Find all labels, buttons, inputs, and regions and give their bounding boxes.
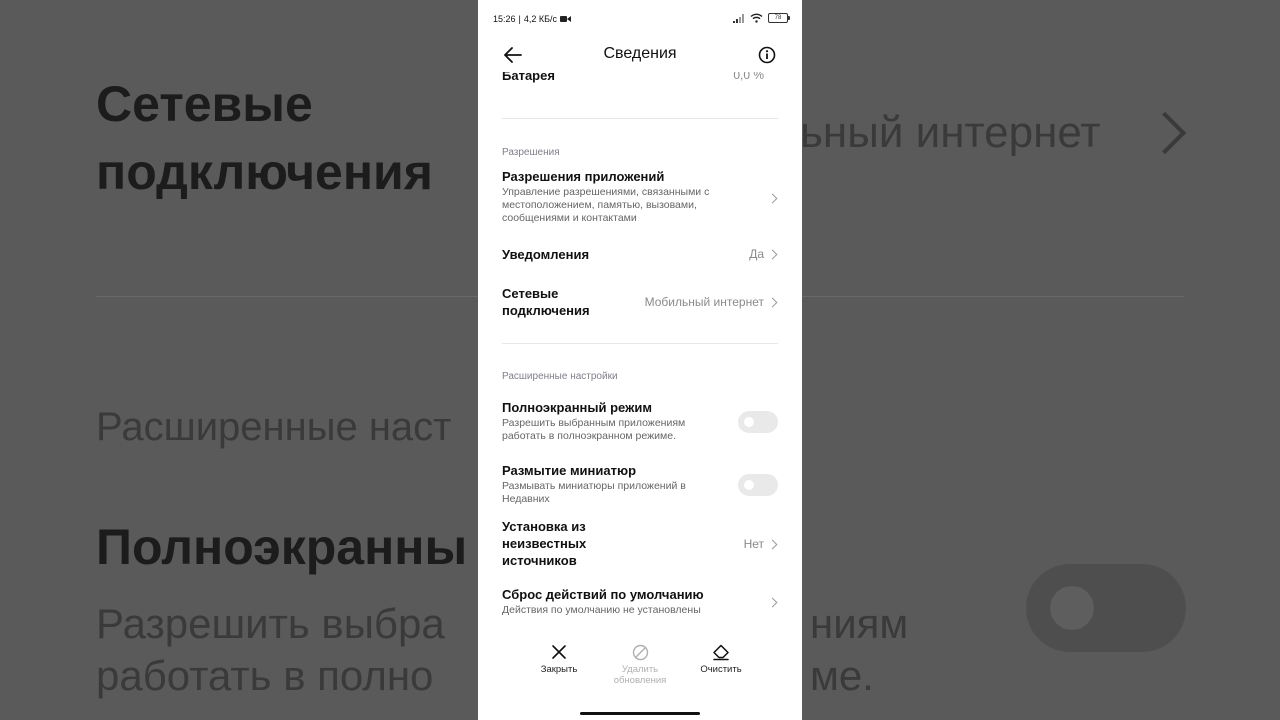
chevron-right-icon bbox=[767, 539, 778, 550]
battery-icon: 78 bbox=[768, 13, 790, 23]
fullscreen-sub: Разрешить выбранным приложениям работать… bbox=[502, 417, 686, 442]
phone-screen: 15:26 | 4,2 КБ/с 78 Сведения Батарея 0,0… bbox=[478, 0, 802, 720]
blur-sub: Размывать миниатюры приложений в Недавни… bbox=[502, 480, 686, 505]
close-icon bbox=[552, 645, 566, 659]
app-permissions-label: Разрешения приложений bbox=[502, 169, 665, 184]
fullscreen-row[interactable]: Полноэкранный режим Разрешить выбранным … bbox=[502, 399, 778, 443]
wifi-icon bbox=[750, 13, 763, 23]
battery-row[interactable]: Батарея 0,0 % bbox=[502, 72, 778, 86]
uninstall-updates-button[interactable]: Удалить обновления bbox=[595, 640, 685, 686]
notifications-value: Да bbox=[749, 247, 764, 261]
fullscreen-label: Полноэкранный режим bbox=[502, 400, 652, 415]
chevron-right-icon bbox=[767, 297, 778, 308]
bg-advanced-section: Расширенные наст bbox=[96, 405, 452, 449]
bg-desc-line1-end: ниям bbox=[810, 600, 909, 647]
blur-toggle[interactable] bbox=[738, 474, 778, 496]
app-permissions-sub: Управление разрешениями, связанными с ме… bbox=[502, 186, 710, 224]
signal-icon bbox=[733, 13, 744, 23]
unknown-sources-value: Нет bbox=[743, 537, 764, 551]
network-row[interactable]: Сетевые подключения Мобильный интернет bbox=[502, 285, 778, 319]
reset-defaults-label: Сброс действий по умолчанию bbox=[502, 587, 704, 602]
blur-row[interactable]: Размытие миниатюр Размывать миниатюры пр… bbox=[502, 462, 778, 506]
blur-label: Размытие миниатюр bbox=[502, 463, 637, 478]
chevron-right-icon bbox=[767, 193, 778, 204]
eraser-icon bbox=[713, 644, 729, 660]
battery-row-label: Батарея bbox=[502, 72, 555, 83]
bg-chevron-icon bbox=[1143, 111, 1187, 155]
bg-desc-line1: Разрешить выбра bbox=[96, 600, 445, 647]
status-right: 78 bbox=[733, 13, 790, 23]
status-left: 15:26 | 4,2 КБ/с bbox=[493, 14, 572, 24]
divider bbox=[502, 118, 778, 119]
info-icon[interactable] bbox=[758, 46, 776, 64]
block-icon bbox=[632, 644, 648, 660]
app-permissions-row[interactable]: Разрешения приложений Управление разреше… bbox=[502, 168, 778, 225]
settings-list: Батарея 0,0 % Разрешения Разрешения прил… bbox=[502, 72, 778, 632]
bg-fullscreen-title: Полноэкранны bbox=[96, 519, 468, 575]
unknown-sources-label: Установка из неизвестных источников bbox=[502, 519, 587, 568]
network-value: Мобильный интернет bbox=[644, 295, 764, 309]
page-title: Сведения bbox=[603, 45, 677, 62]
status-separator: | bbox=[518, 14, 521, 24]
uninstall-updates-label: Удалить обновления bbox=[613, 664, 667, 686]
status-bar: 15:26 | 4,2 КБ/с 78 bbox=[478, 0, 802, 38]
clear-label: Очистить bbox=[700, 664, 742, 675]
battery-row-value: 0,0 % bbox=[733, 72, 764, 82]
bg-network-value: ьный интернет bbox=[800, 108, 1101, 157]
clear-button[interactable]: Очистить bbox=[676, 640, 766, 675]
section-permissions: Разрешения bbox=[502, 147, 560, 158]
video-camera-icon bbox=[560, 16, 572, 22]
reset-defaults-row[interactable]: Сброс действий по умолчанию Действия по … bbox=[502, 586, 778, 617]
status-time: 15:26 bbox=[493, 14, 516, 24]
network-label: Сетевые подключения bbox=[502, 286, 590, 318]
header: Сведения bbox=[478, 38, 802, 72]
bg-title-line2: подключения bbox=[96, 144, 433, 200]
bottom-action-bar: Закрыть Удалить обновления Очистить bbox=[478, 640, 802, 700]
reset-defaults-sub: Действия по умолчанию не установлены bbox=[502, 604, 701, 616]
bg-desc-line2: работать в полно bbox=[96, 652, 434, 699]
bg-toggle bbox=[1026, 564, 1186, 652]
notifications-label: Уведомления bbox=[502, 247, 590, 262]
home-indicator[interactable] bbox=[580, 712, 700, 715]
close-button[interactable]: Закрыть bbox=[514, 640, 604, 675]
bg-title: Сетевые подключения bbox=[96, 70, 433, 206]
close-label: Закрыть bbox=[540, 664, 578, 675]
unknown-sources-row[interactable]: Установка из неизвестных источников Нет bbox=[502, 518, 778, 569]
notifications-row[interactable]: Уведомления Да bbox=[502, 246, 778, 263]
section-advanced: Расширенные настройки bbox=[502, 371, 618, 382]
toggle-knob bbox=[744, 480, 754, 490]
fullscreen-toggle[interactable] bbox=[738, 411, 778, 433]
bg-title-line1: Сетевые bbox=[96, 76, 313, 132]
divider bbox=[502, 343, 778, 344]
status-speed: 4,2 КБ/с bbox=[523, 14, 558, 24]
toggle-knob bbox=[744, 417, 754, 427]
bg-desc-line2-end: ме. bbox=[810, 652, 874, 699]
